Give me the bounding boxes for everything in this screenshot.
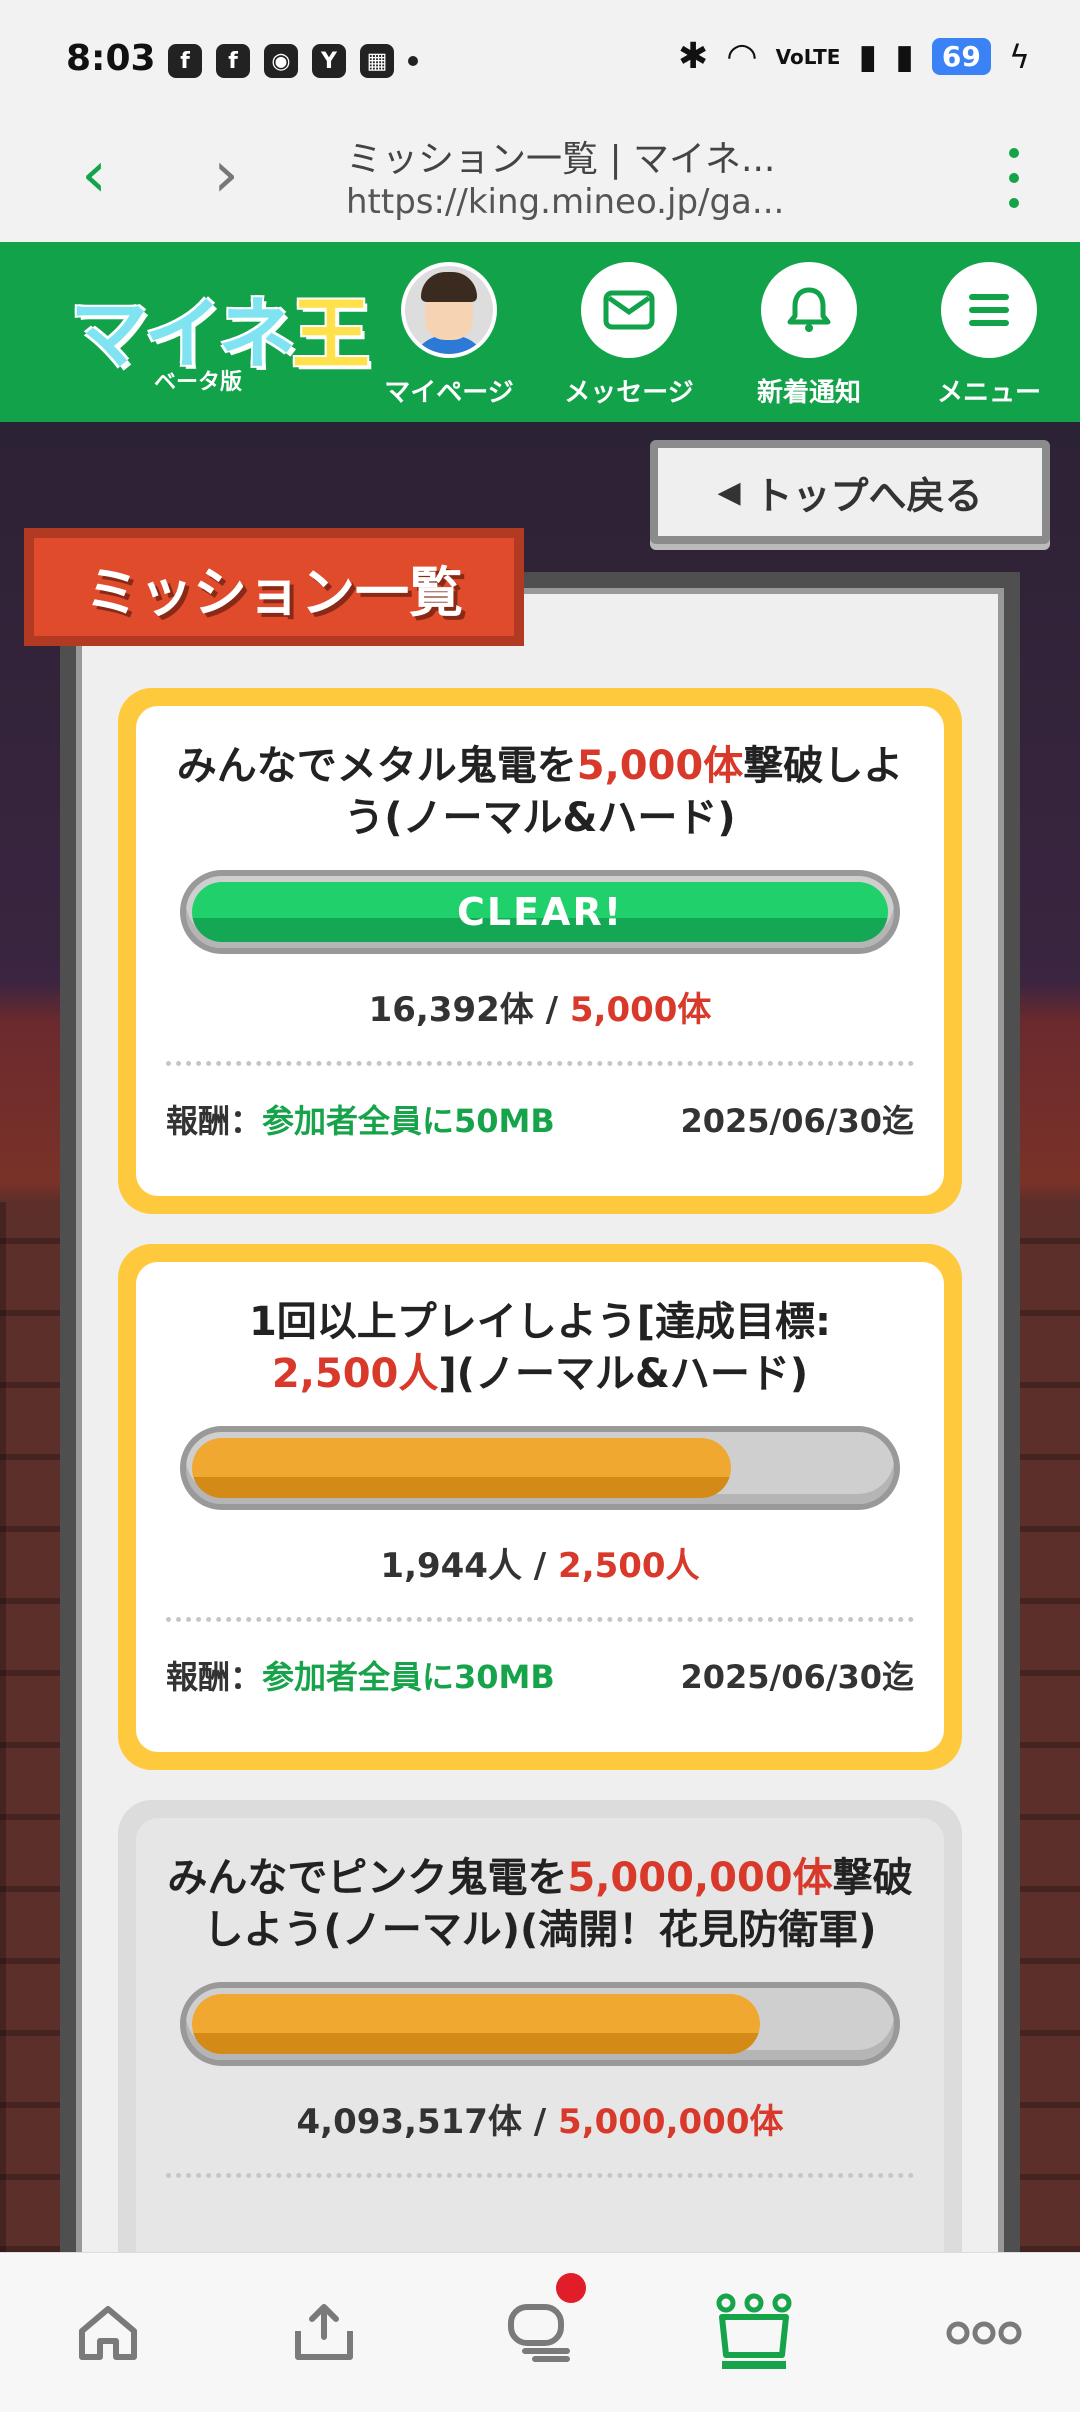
notification-badge — [556, 2273, 586, 2303]
progress-fill — [192, 1994, 760, 2054]
bottom-navigation — [0, 2252, 1080, 2412]
mission-progress-bar — [180, 1982, 900, 2066]
nav-mypage[interactable]: マイページ — [374, 262, 524, 409]
progress-fill — [192, 1438, 731, 1498]
status-time: 8:03 — [66, 38, 156, 79]
mission-title: 1回以上プレイしよう[達成目標: 2,500人](ノーマル&ハード) — [248, 1299, 832, 1397]
system-icons: ✱ ◠ VoLTE ▮ ▮ 69 ϟ — [678, 36, 1030, 77]
mission-list-heading: ミッション一覧 — [24, 528, 524, 646]
beta-label: ベータ版 — [154, 370, 243, 395]
divider — [166, 2173, 914, 2178]
wifi-icon: ◠ — [726, 36, 758, 77]
page-title: ミッション一覧 | マイネ... — [346, 139, 776, 180]
mission-count: 4,093,517体 / 5,000,000体 — [296, 2102, 784, 2142]
menu-icon — [941, 262, 1037, 358]
upload-icon[interactable] — [284, 2293, 364, 2373]
back-button[interactable]: ‹ — [64, 138, 124, 212]
home-icon[interactable] — [68, 2293, 148, 2373]
mission-title: みんなでピンク鬼電を5,000,000体撃破しよう(ノーマル)(満開！花見防衛軍… — [167, 1855, 913, 1953]
nav-menu[interactable]: メニュー — [914, 262, 1064, 409]
nav-notifications[interactable]: 新着通知 — [734, 262, 884, 409]
app-icon: ◉ — [264, 44, 298, 78]
left-triangle-icon: ◀ — [717, 474, 741, 510]
browser-menu-button[interactable] — [1004, 148, 1024, 208]
charging-icon: ϟ — [1008, 37, 1030, 76]
mission-progress-bar: CLEAR! — [180, 870, 900, 954]
bluetooth-icon: ✱ — [678, 36, 709, 77]
mail-icon — [581, 262, 677, 358]
nav-message[interactable]: メッセージ — [554, 262, 704, 409]
mission-progress-bar — [180, 1426, 900, 1510]
yahoo-icon: Y — [312, 44, 346, 78]
mission-card[interactable]: みんなでメタル鬼電を5,000体撃破しよう(ノーマル&ハード) CLEAR! 1… — [118, 688, 962, 1214]
deadline: 2025/06/30迄 — [680, 1102, 914, 1140]
nav-mypage-label: マイページ — [384, 378, 514, 408]
signal-icon: ▮ — [895, 36, 914, 77]
dot-icon — [408, 56, 418, 66]
mission-card[interactable]: みんなでピンク鬼電を5,000,000体撃破しよう(ノーマル)(満開！花見防衛軍… — [118, 1800, 962, 2252]
reward-label: 報酬： — [166, 1102, 263, 1140]
browser-toolbar: ‹ › ミッション一覧 | マイネ... https://king.mineo.… — [0, 118, 1080, 242]
reward-row: 報酬：参加者全員に30MB 2025/06/30迄 — [136, 1622, 944, 1698]
mission-card[interactable]: 1回以上プレイしよう[達成目標: 2,500人](ノーマル&ハード) 1,944人… — [118, 1244, 962, 1770]
battery-indicator: 69 — [931, 38, 991, 75]
mission-title: みんなでメタル鬼電を5,000体撃破しよう(ノーマル&ハード) — [176, 743, 904, 841]
volte-icon: VoLTE — [775, 44, 841, 69]
reward-value: 参加者全員に50MB — [262, 1102, 555, 1140]
avatar — [401, 262, 497, 358]
deadline: 2025/06/30迄 — [680, 1658, 914, 1696]
chat-icon[interactable] — [500, 2293, 580, 2373]
facebook-icon: f — [168, 44, 202, 78]
nav-message-label: メッセージ — [564, 378, 694, 408]
avatar-icon — [405, 266, 493, 354]
url-bar[interactable]: https://king.mineo.jp/ga... — [346, 182, 784, 222]
game-background: ◀ トップへ戻る ミッション一覧 みんなでメタル鬼電を5,000体撃破しよう(ノ… — [0, 422, 1080, 2252]
forward-button[interactable]: › — [196, 138, 256, 212]
mission-count: 16,392体 / 5,000体 — [368, 990, 712, 1030]
reward-row: 報酬：参加者全員に50MB 2025/06/30迄 — [136, 1066, 944, 1142]
return-to-top-label: トップへ戻る — [754, 473, 983, 518]
signal-icon: ▮ — [858, 36, 878, 77]
reward-value: 参加者全員に30MB — [262, 1658, 555, 1696]
notification-icons: f f ◉ Y ▦ — [168, 44, 418, 78]
return-to-top-button[interactable]: ◀ トップへ戻る — [650, 440, 1050, 544]
site-header: マイネ王 ベータ版 マイページ メッセージ 新着通知 メニュー — [0, 242, 1080, 422]
bell-icon — [761, 262, 857, 358]
mission-count: 1,944人 / 2,500人 — [380, 1546, 700, 1586]
status-bar: 8:03 f f ◉ Y ▦ ✱ ◠ VoLTE ▮ ▮ 69 ϟ — [0, 0, 1080, 118]
more-icon[interactable] — [934, 2293, 1034, 2373]
gallery-icon: ▦ — [360, 44, 394, 78]
reward-label: 報酬： — [166, 1658, 263, 1696]
nav-menu-label: メニュー — [936, 378, 1041, 408]
nav-notifications-label: 新着通知 — [756, 378, 861, 408]
crown-icon[interactable] — [714, 2293, 794, 2373]
facebook-icon: f — [216, 44, 250, 78]
site-logo[interactable]: マイネ王 ベータ版 — [70, 272, 370, 395]
clear-label: CLEAR! — [456, 890, 624, 934]
